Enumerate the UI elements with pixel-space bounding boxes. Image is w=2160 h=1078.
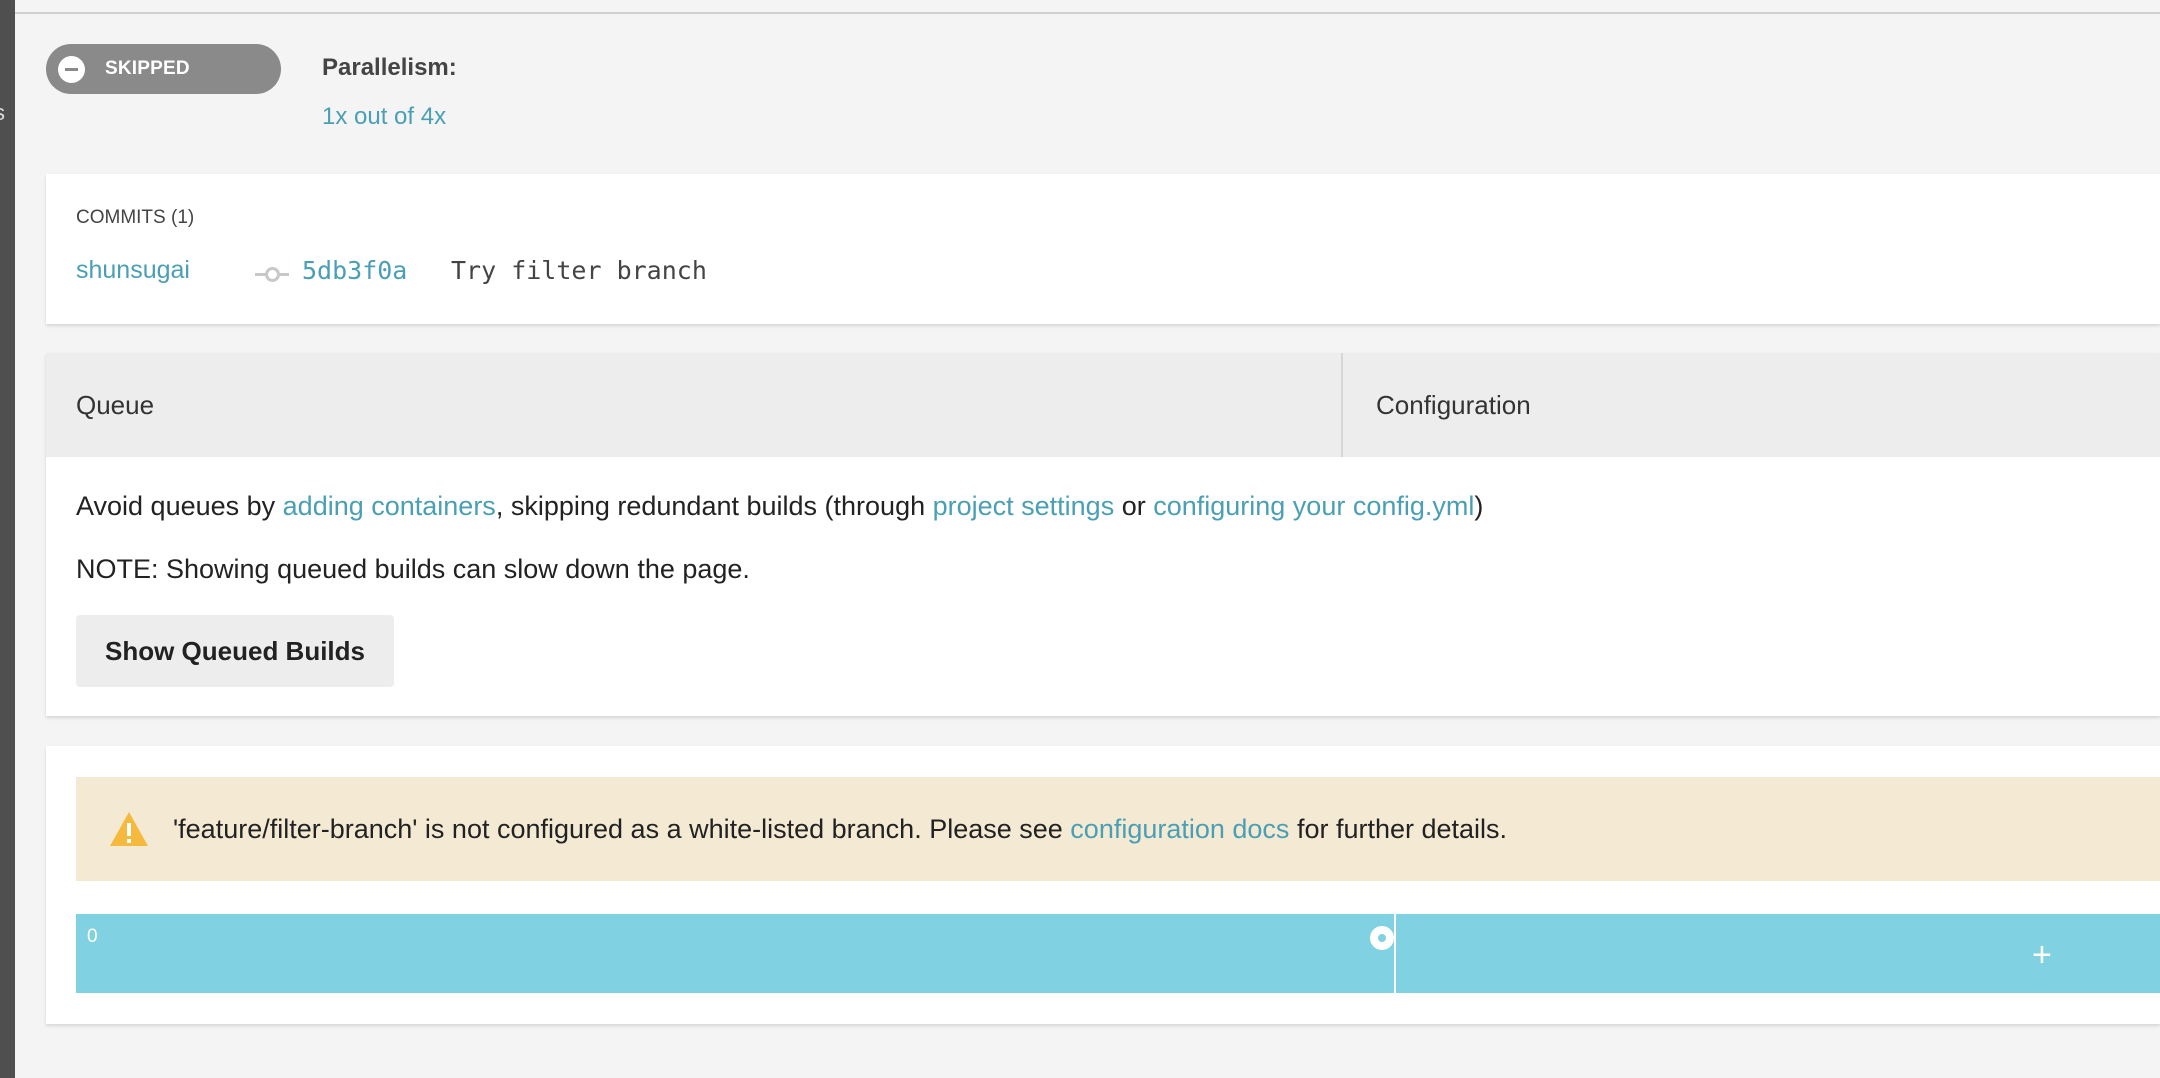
text: for further details. (1289, 813, 1508, 844)
show-queued-builds-button[interactable]: Show Queued Builds (76, 615, 394, 687)
commits-title: COMMITS (1) (76, 207, 195, 228)
commit-author-link[interactable]: shunsugai (76, 256, 190, 285)
git-commit-icon (255, 267, 289, 282)
parallelism-label: Parallelism: (322, 54, 457, 81)
commit-message: Try filter branch (451, 256, 707, 285)
container-0[interactable]: 0 (76, 914, 1396, 993)
warning-banner: 'feature/filter-branch' is not configure… (76, 777, 2160, 881)
status-badge: SKIPPED (46, 44, 281, 94)
add-container-icon[interactable]: + (2032, 936, 2052, 975)
tab-queue[interactable]: Queue (46, 353, 1343, 457)
configuration-docs-link[interactable]: configuration docs (1070, 814, 1289, 844)
queue-info-text: Avoid queues by adding containers, skipp… (76, 491, 1483, 522)
parallelism-link[interactable]: 1x out of 4x (322, 103, 446, 131)
minus-circle-icon (58, 55, 85, 83)
warning-triangle-icon (109, 811, 149, 847)
commits-card: COMMITS (1) shunsugai 5db3f0a Try filter… (46, 174, 2160, 324)
project-settings-link[interactable]: project settings (933, 491, 1115, 521)
container-bar: 0 + (76, 914, 2160, 993)
left-sidebar: s (0, 0, 15, 1078)
text: 'feature/filter-branch' is not configure… (173, 813, 1071, 844)
config-yml-link[interactable]: configuring your config.yml (1153, 491, 1474, 521)
container-index: 0 (87, 926, 98, 947)
queue-note: NOTE: Showing queued builds can slow dow… (76, 554, 750, 584)
tab-bar: Queue Configuration (46, 353, 2160, 457)
status-label: SKIPPED (105, 58, 190, 79)
warning-text: 'feature/filter-branch' is not configure… (173, 814, 1507, 845)
header-divider (15, 12, 2160, 14)
text: Avoid queues by (76, 491, 283, 521)
text: , skipping redundant builds (through (495, 491, 933, 521)
queue-card: Queue Configuration Avoid queues by addi… (46, 353, 2160, 716)
container-status-icon (1370, 926, 1394, 950)
text: or (1114, 491, 1154, 521)
commit-sha-link[interactable]: 5db3f0a (302, 256, 407, 285)
adding-containers-link[interactable]: adding containers (283, 491, 496, 521)
build-card: 'feature/filter-branch' is not configure… (46, 746, 2160, 1024)
sidebar-text: s (0, 100, 5, 126)
tab-configuration[interactable]: Configuration (1345, 353, 1531, 457)
text: ) (1474, 491, 1484, 521)
